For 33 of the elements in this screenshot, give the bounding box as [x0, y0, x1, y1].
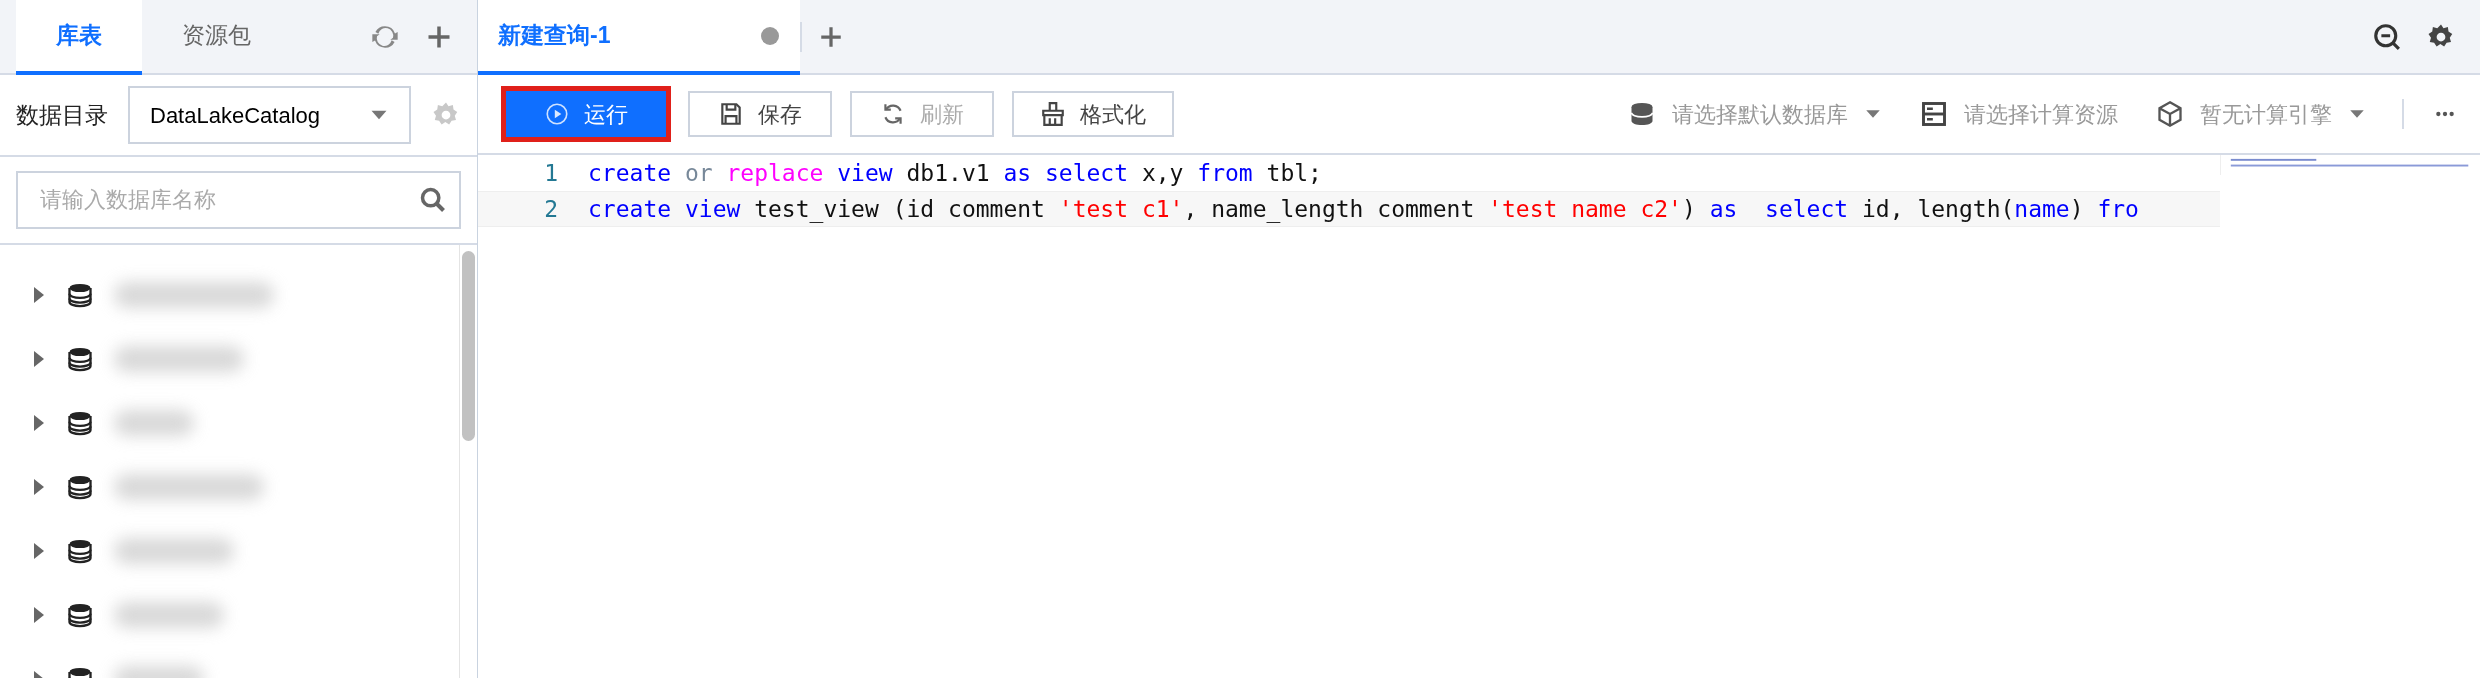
database-icon [66, 281, 94, 309]
resource-select[interactable]: 请选择默认数据库 [1618, 97, 1892, 131]
play-icon [544, 101, 570, 127]
broom-icon [1040, 101, 1066, 127]
scrollbar-thumb[interactable] [462, 251, 475, 441]
catalog-label: 数据目录 [16, 100, 108, 130]
panel-tab[interactable]: 资源包 [142, 0, 291, 75]
server-icon [1920, 100, 1948, 128]
line-number: 2 [543, 194, 558, 224]
line-number: 1 [543, 158, 558, 188]
unsaved-dot-icon [760, 25, 780, 46]
database-icon [66, 409, 94, 437]
scrollbar[interactable] [459, 245, 477, 678]
magnifier-icon [2372, 21, 2402, 52]
save-icon [718, 101, 744, 127]
save-button[interactable]: 保存 [688, 91, 832, 137]
database-icon [66, 345, 94, 373]
panel-tab[interactable]: 库表 [16, 0, 142, 75]
database-icon [1628, 100, 1656, 128]
zoom-button[interactable] [2372, 21, 2402, 52]
format-button[interactable]: 格式化 [1012, 91, 1174, 137]
database-icon [66, 601, 94, 629]
query-tab[interactable]: 新建查询-1 [478, 0, 800, 75]
code-line: create or replace view db1.v1 as select x,y from tbl; [588, 158, 1322, 188]
resource-select[interactable]: 暂无计算引擎 [2146, 97, 2376, 131]
database-icon [66, 537, 94, 565]
resource-select[interactable]: 请选择计算资源 [1910, 97, 2128, 131]
search-field[interactable]: 请输入数据库名称 [16, 171, 461, 229]
cube-icon [2156, 100, 2184, 128]
code-line: create view test_view (id comment 'test c1', name_length comment 'test name c2') as select id, length(name) fro [588, 194, 2139, 225]
search-icon [419, 186, 447, 214]
catalog-select[interactable]: DataLakeCatalog [128, 86, 411, 144]
database-icon [66, 473, 94, 501]
